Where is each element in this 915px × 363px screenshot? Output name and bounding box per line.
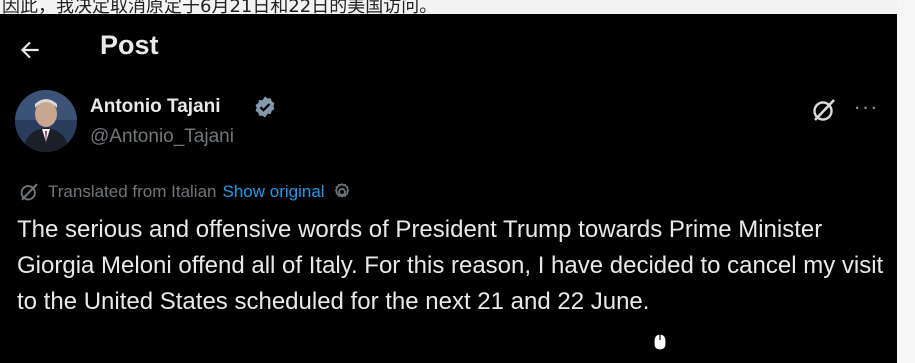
author-display-name[interactable]: Antonio Tajani	[90, 96, 221, 118]
verified-badge-icon	[255, 96, 275, 118]
back-button[interactable]	[14, 34, 46, 66]
show-original-link[interactable]: Show original	[223, 182, 325, 202]
page-title: Post	[100, 30, 159, 60]
author-handle[interactable]: @Antonio_Tajani	[90, 126, 234, 148]
grok-icon	[20, 183, 38, 201]
avatar-image	[15, 90, 77, 152]
avatar[interactable]	[15, 90, 77, 152]
grok-icon[interactable]	[810, 96, 838, 124]
post-header: Post	[0, 14, 897, 76]
background-right-edge	[897, 0, 915, 363]
post-text: The serious and offensive words of Presi…	[17, 216, 884, 315]
translation-bar: Translated from Italian Show original	[18, 180, 353, 204]
post-panel: Post Antonio Tajani @Antonio_Tajani ··· …	[0, 14, 897, 363]
translated-label: Translated from Italian	[48, 182, 217, 201]
more-horizontal-icon[interactable]: ···	[850, 92, 882, 122]
mouse-cursor-icon	[653, 333, 667, 351]
arrow-left-icon	[20, 41, 39, 59]
gear-icon[interactable]	[331, 181, 353, 203]
